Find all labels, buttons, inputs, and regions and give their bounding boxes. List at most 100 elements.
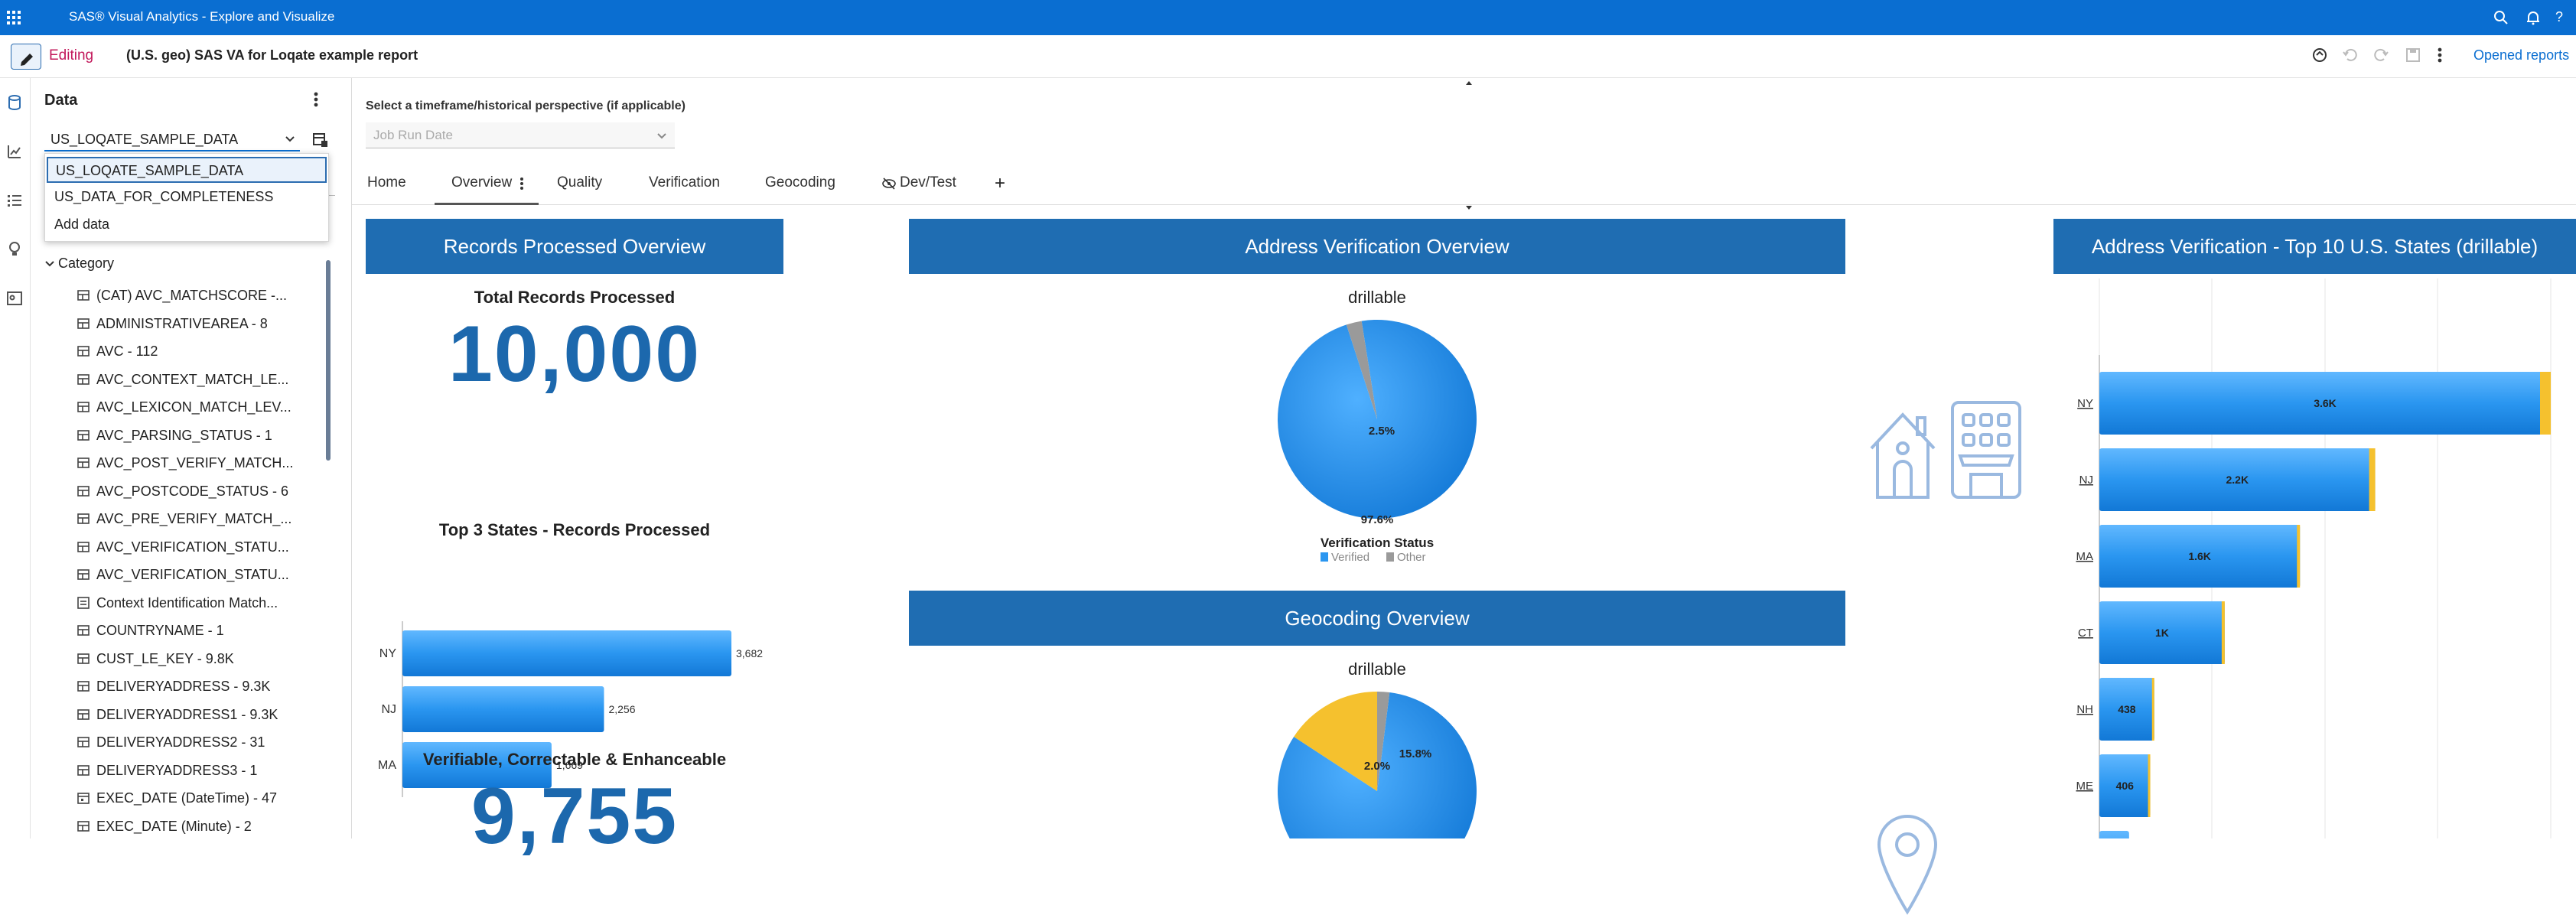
category-label[interactable]: ME bbox=[2076, 780, 2094, 793]
data-label: 406 bbox=[2116, 780, 2135, 792]
vce-value: 9,755 bbox=[471, 772, 679, 861]
bar-segment-MA[interactable] bbox=[2297, 525, 2301, 588]
filter-label: Select a timeframe/historical perspectiv… bbox=[366, 99, 686, 112]
app-switcher-icon[interactable] bbox=[6, 10, 21, 25]
hidden-eye-icon bbox=[881, 177, 897, 190]
data-source-value: US_LOQATE_SAMPLE_DATA bbox=[50, 132, 239, 147]
app-title: SAS® Visual Analytics - Explore and Visu… bbox=[69, 9, 335, 24]
share-icon[interactable] bbox=[2311, 46, 2329, 64]
tab-dev-test[interactable]: Dev/Test bbox=[900, 174, 956, 191]
outline-icon[interactable] bbox=[5, 191, 24, 210]
redo-icon[interactable] bbox=[2372, 46, 2390, 64]
bar-segment-NH[interactable] bbox=[2151, 678, 2154, 741]
tab-verification[interactable]: Verification bbox=[649, 174, 720, 191]
slice-label: 2.0% bbox=[1364, 760, 1390, 773]
left-rail bbox=[0, 78, 31, 838]
add-page-icon[interactable]: + bbox=[995, 173, 1005, 194]
tab-quality[interactable]: Quality bbox=[557, 174, 602, 191]
chevron-down-icon bbox=[285, 134, 295, 145]
chevron-down-icon bbox=[44, 259, 55, 269]
geocoding-pie-chart[interactable]: 15.8% 2.0% bbox=[1270, 684, 1484, 838]
category-label[interactable]: NH bbox=[2076, 703, 2093, 716]
save-icon[interactable] bbox=[2404, 46, 2422, 64]
records-overview-header: Records Processed Overview bbox=[366, 219, 783, 274]
category-icon bbox=[77, 764, 90, 777]
bar-segment-ME[interactable] bbox=[2148, 754, 2151, 817]
data-item-label: AVC_PRE_VERIFY_MATCH_... bbox=[96, 511, 292, 526]
data-item-label: ADMINISTRATIVEAREA - 8 bbox=[96, 315, 268, 331]
category-label[interactable]: NJ bbox=[2079, 474, 2093, 487]
category-icon bbox=[77, 568, 90, 581]
tab-home[interactable]: Home bbox=[367, 174, 406, 191]
data-item-label: AVC_LEXICON_MATCH_LEV... bbox=[96, 399, 291, 415]
drillable-label: drillable bbox=[1348, 288, 1406, 307]
collapse-down-icon[interactable] bbox=[1465, 205, 1473, 211]
dropdown-option-add-data[interactable]: Add data bbox=[47, 212, 327, 238]
tab-overview[interactable]: Overview bbox=[451, 174, 512, 191]
opened-reports-link[interactable]: Opened reports bbox=[2473, 47, 2569, 63]
bar-segment-NY[interactable] bbox=[2540, 372, 2551, 435]
data-item-label: (CAT) AVC_MATCHSCORE -... bbox=[96, 288, 288, 303]
data-label: 1.6K bbox=[2188, 550, 2211, 562]
data-item-label: AVC_VERIFICATION_STATU... bbox=[96, 539, 289, 555]
job-run-date-select[interactable]: Job Run Date bbox=[366, 122, 675, 148]
edit-mode-button[interactable] bbox=[11, 44, 41, 70]
bar-segment-NJ[interactable] bbox=[2369, 448, 2376, 511]
category-icon bbox=[77, 819, 90, 833]
slice-label: 15.8% bbox=[1399, 747, 1432, 760]
search-icon[interactable] bbox=[2493, 9, 2509, 26]
house-icon bbox=[1867, 399, 1939, 502]
data-item-label: Context Identification Match... bbox=[96, 594, 278, 611]
report-toolbar: Editing (U.S. geo) SAS VA for Loqate exa… bbox=[0, 35, 2576, 78]
verification-pie-chart[interactable]: 97.6% 2.5% bbox=[1270, 312, 1484, 526]
app-header: SAS® Visual Analytics - Explore and Visu… bbox=[0, 0, 2576, 35]
undo-icon[interactable] bbox=[2341, 46, 2359, 64]
more-options-icon[interactable] bbox=[2436, 46, 2444, 64]
data-label: 438 bbox=[2118, 703, 2136, 715]
chevron-down-icon bbox=[656, 131, 667, 142]
category-icon bbox=[77, 317, 90, 331]
category-icon bbox=[77, 484, 90, 498]
top10-states-chart[interactable]: NY3.6KNJ2.2KMA1.6KCT1KNH438ME406RI237 bbox=[2053, 278, 2576, 838]
tab-overview-menu-icon[interactable] bbox=[519, 176, 525, 191]
data-item-label: AVC_VERIFICATION_STATU... bbox=[96, 567, 289, 582]
collapse-up-icon[interactable] bbox=[1465, 80, 1473, 86]
data-label: 2,256 bbox=[608, 703, 635, 715]
data-label: 3,682 bbox=[736, 647, 763, 659]
category-icon bbox=[77, 708, 90, 721]
report-gallery-icon[interactable] bbox=[5, 289, 24, 308]
dropdown-option[interactable]: US_LOQATE_SAMPLE_DATA bbox=[47, 157, 327, 183]
category-icon bbox=[77, 400, 90, 414]
bar-NJ[interactable] bbox=[402, 686, 604, 732]
bar-RI[interactable] bbox=[2099, 831, 2129, 838]
objects-icon[interactable] bbox=[5, 142, 24, 161]
category-label[interactable]: NY bbox=[2077, 397, 2093, 410]
data-pane-more-icon[interactable] bbox=[312, 90, 320, 109]
dropdown-option[interactable]: US_DATA_FOR_COMPLETENESS bbox=[47, 184, 327, 210]
data-item-label: COUNTRYNAME - 1 bbox=[96, 623, 224, 638]
location-pin-icon bbox=[1874, 812, 1940, 915]
category-icon bbox=[77, 540, 90, 554]
job-run-date-placeholder: Job Run Date bbox=[373, 128, 453, 142]
help-icon[interactable]: ? bbox=[2555, 9, 2563, 25]
category-label[interactable]: MA bbox=[2076, 550, 2094, 563]
data-pane: Data US_LOQATE_SAMPLE_DATA US_LOQATE_SAM… bbox=[31, 78, 352, 838]
bar-segment-CT[interactable] bbox=[2221, 601, 2225, 664]
bar-NY[interactable] bbox=[402, 630, 731, 676]
vce-title: Verifiable, Correctable & Enhanceable bbox=[422, 750, 727, 769]
data-pane-scrollbar[interactable] bbox=[326, 260, 331, 461]
active-tab-indicator bbox=[435, 203, 539, 205]
category-label[interactable]: CT bbox=[2078, 627, 2093, 640]
building-icon bbox=[1948, 398, 2024, 502]
category-icon bbox=[77, 373, 90, 386]
suggestions-icon[interactable] bbox=[5, 240, 24, 259]
report-canvas: Select a timeframe/historical perspectiv… bbox=[352, 78, 2576, 915]
data-label: 2.2K bbox=[2226, 474, 2249, 486]
data-item-label: DELIVERYADDRESS2 - 31 bbox=[96, 734, 265, 750]
data-icon[interactable] bbox=[5, 93, 24, 112]
data-source-select[interactable]: US_LOQATE_SAMPLE_DATA bbox=[44, 129, 300, 151]
notifications-icon[interactable] bbox=[2525, 9, 2542, 26]
data-table-icon[interactable] bbox=[312, 132, 329, 148]
tab-geocoding[interactable]: Geocoding bbox=[765, 174, 835, 191]
top10-states-header: Address Verification - Top 10 U.S. State… bbox=[2053, 219, 2576, 274]
